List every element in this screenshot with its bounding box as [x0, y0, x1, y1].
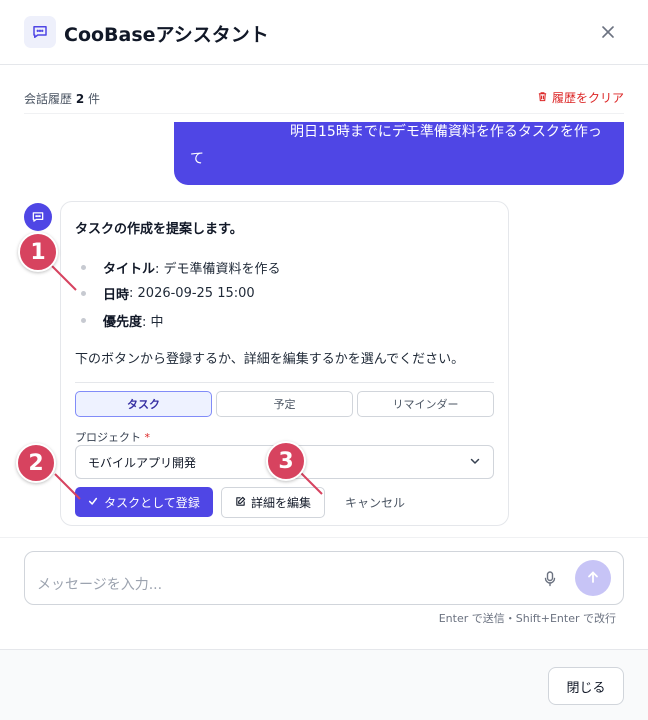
assistant-instruction: 下のボタンから登録するか、詳細を編集するかを選んでください。	[75, 352, 465, 367]
history-count-label: 会話履歴	[24, 92, 73, 106]
history-count-value: 2	[75, 92, 85, 106]
dialog-title: CooBaseアシスタント	[64, 24, 269, 46]
detail-label: タイトル	[103, 261, 156, 277]
close-icon[interactable]	[598, 22, 618, 42]
chat-messages[interactable]: 明日15時までにデモ準備資料を作るタスクを作っ て タスクの作成を提案します。 …	[0, 122, 648, 538]
microphone-icon[interactable]	[540, 568, 560, 590]
tab-event[interactable]: 予定	[216, 391, 353, 417]
user-message-bubble: 明日15時までにデモ準備資料を作るタスクを作っ て	[174, 122, 624, 185]
detail-label: 日時	[103, 288, 130, 304]
bullet	[81, 264, 86, 270]
register-task-label: タスクとして登録	[104, 495, 200, 510]
history-count-unit: 件	[88, 92, 101, 106]
chevron-down-icon	[469, 455, 481, 470]
detail-priority: 優先度: 中	[81, 307, 281, 334]
project-selected-value: モバイルアプリ開発	[88, 455, 197, 470]
required-mark: *	[144, 431, 151, 444]
callout-3: 3	[266, 441, 306, 481]
detail-title: タイトル: デモ準備資料を作る	[81, 254, 281, 281]
message-composer	[24, 551, 624, 605]
bullet	[81, 317, 86, 323]
message-input[interactable]	[25, 552, 525, 604]
history-count: 会話履歴 2 件	[24, 90, 100, 107]
chat-bubble-icon	[24, 16, 56, 48]
detail-value: : 2026-09-25 15:00	[129, 286, 255, 302]
close-button[interactable]: 閉じる	[548, 667, 624, 705]
edit-icon	[235, 496, 246, 510]
detail-datetime: 日時: 2026-09-25 15:00	[81, 281, 281, 308]
detail-label: 優先度	[103, 314, 143, 330]
detail-value: : 中	[142, 314, 164, 330]
send-button[interactable]	[575, 560, 611, 596]
assistant-avatar-icon	[24, 203, 52, 231]
dialog-footer: 閉じる	[0, 649, 648, 720]
user-message-line-1: 明日15時までにデモ準備資料を作るタスクを作っ	[290, 124, 602, 140]
project-label: プロジェクト *	[75, 429, 150, 445]
detail-value: : デモ準備資料を作る	[155, 261, 281, 277]
tab-task[interactable]: タスク	[75, 391, 212, 417]
task-detail-list: タイトル: デモ準備資料を作る 日時: 2026-09-25 15:00 優先度…	[81, 254, 281, 334]
project-label-text: プロジェクト	[75, 431, 141, 444]
assistant-intro: タスクの作成を提案します。	[75, 222, 243, 237]
callout-1: 1	[18, 232, 58, 272]
clear-history-button[interactable]: 履歴をクリア	[537, 89, 624, 106]
tab-reminder[interactable]: リマインダー	[357, 391, 494, 417]
clear-history-label: 履歴をクリア	[551, 91, 624, 105]
check-icon	[88, 495, 98, 509]
callout-2: 2	[16, 443, 56, 483]
arrow-up-icon	[586, 569, 600, 588]
user-message-line-2: て	[190, 151, 204, 167]
register-task-button[interactable]: タスクとして登録	[75, 487, 213, 517]
bullet	[81, 291, 86, 297]
composer-hint: Enter で送信・Shift+Enter で改行	[438, 612, 616, 625]
divider	[75, 382, 494, 383]
edit-details-button[interactable]: 詳細を編集	[221, 487, 325, 518]
cancel-button[interactable]: キャンセル	[337, 487, 413, 517]
edit-details-label: 詳細を編集	[250, 496, 311, 510]
dialog-header: CooBaseアシスタント	[0, 0, 648, 65]
item-type-tabs: タスク 予定 リマインダー	[75, 391, 494, 417]
history-bar: 会話履歴 2 件 履歴をクリア	[24, 86, 624, 114]
trash-icon	[537, 91, 548, 105]
